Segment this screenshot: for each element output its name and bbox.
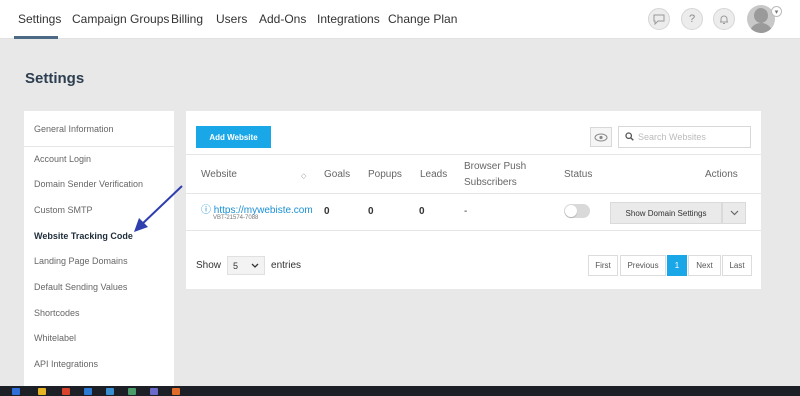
- popups-count: 0: [368, 206, 374, 217]
- tab-change-plan[interactable]: Change Plan: [388, 12, 457, 26]
- column-goals: Goals: [324, 169, 351, 180]
- start-icon[interactable]: [12, 388, 20, 395]
- tab-settings[interactable]: Settings: [18, 12, 61, 26]
- pagination-last[interactable]: Last: [722, 255, 752, 276]
- menu-item-shortcodes[interactable]: Shortcodes: [34, 308, 80, 318]
- active-tab-indicator: [14, 36, 58, 39]
- top-navigation: Settings Campaign Groups Billing Users A…: [0, 0, 800, 39]
- status-toggle[interactable]: [564, 204, 590, 218]
- column-status: Status: [564, 169, 593, 180]
- chat-icon[interactable]: [648, 8, 670, 30]
- menu-item-website-tracking-code[interactable]: Website Tracking Code: [34, 231, 133, 241]
- pagination-next[interactable]: Next: [688, 255, 721, 276]
- tab-campaign-groups[interactable]: Campaign Groups: [72, 12, 169, 26]
- menu-item-whitelabel[interactable]: Whitelabel: [34, 333, 76, 343]
- column-website[interactable]: Website: [201, 169, 237, 180]
- settings-menu: General Information Account Login Domain…: [24, 111, 174, 396]
- add-website-button[interactable]: Add Website: [196, 126, 271, 148]
- app-icon[interactable]: [172, 388, 180, 395]
- page-title: Settings: [25, 70, 85, 87]
- show-label: Show: [196, 260, 222, 271]
- menu-item-general-information[interactable]: General Information: [34, 124, 114, 134]
- toggle-knob: [565, 205, 577, 217]
- annotation-arrow: [134, 185, 183, 232]
- help-icon[interactable]: ?: [681, 8, 703, 30]
- avatar-body: [749, 23, 773, 33]
- goals-count: 0: [324, 206, 330, 217]
- website-link[interactable]: ⓘ https://mywebiste.com: [201, 201, 313, 216]
- entries-control: Show 5 entries: [196, 256, 301, 275]
- pagination-page-1[interactable]: 1: [667, 255, 687, 276]
- folder-icon[interactable]: [38, 388, 46, 395]
- chevron-down-icon: [251, 263, 259, 268]
- entries-value: 5: [233, 260, 239, 271]
- column-popups: Popups: [368, 169, 402, 180]
- column-actions: Actions: [705, 169, 738, 180]
- entries-label: entries: [271, 260, 302, 271]
- show-domain-settings-button[interactable]: Show Domain Settings: [610, 202, 722, 224]
- app-icon[interactable]: [150, 388, 158, 395]
- menu-item-landing-page-domains[interactable]: Landing Page Domains: [34, 256, 128, 266]
- chevron-down-icon[interactable]: [722, 202, 746, 224]
- table-row: ⓘ https://mywebiste.com VBT-21574-7088 0…: [186, 195, 761, 231]
- subscribers-count: -: [464, 206, 468, 217]
- menu-item-account-login[interactable]: Account Login: [34, 154, 91, 164]
- menu-item-domain-sender-verification[interactable]: Domain Sender Verification: [34, 179, 143, 189]
- leads-count: 0: [419, 206, 425, 217]
- column-browser-push: Browser Push: [464, 161, 527, 172]
- menu-item-api-integrations[interactable]: API Integrations: [34, 359, 98, 369]
- app-icon[interactable]: [84, 388, 92, 395]
- search-box: [618, 126, 751, 148]
- search-input[interactable]: [638, 132, 748, 142]
- menu-divider: [24, 146, 174, 147]
- taskbar: [0, 386, 800, 396]
- app-icon[interactable]: [106, 388, 114, 395]
- table-header: Website ◇ Goals Popups Leads Browser Pus…: [186, 154, 761, 194]
- browser-icon[interactable]: [62, 388, 70, 395]
- entries-select[interactable]: 5: [227, 256, 266, 275]
- eye-icon[interactable]: [590, 127, 612, 147]
- pagination-previous[interactable]: Previous: [620, 255, 666, 276]
- info-icon: ⓘ: [201, 205, 211, 216]
- search-icon: [625, 128, 634, 146]
- app-icon[interactable]: [128, 388, 136, 395]
- tab-billing[interactable]: Billing: [171, 12, 203, 26]
- tab-add-ons[interactable]: Add-Ons: [259, 12, 306, 26]
- tab-users[interactable]: Users: [216, 12, 247, 26]
- tracking-code: VBT-21574-7088: [213, 215, 259, 221]
- menu-item-default-sending-values[interactable]: Default Sending Values: [34, 282, 127, 292]
- menu-item-custom-smtp[interactable]: Custom SMTP: [34, 205, 93, 215]
- websites-panel: Add Website Website ◇ Goals Popups Leads…: [186, 111, 761, 289]
- column-subscribers: Subscribers: [464, 177, 517, 188]
- pagination-first[interactable]: First: [588, 255, 618, 276]
- avatar-head: [754, 8, 768, 23]
- sort-icon[interactable]: ◇: [301, 172, 306, 180]
- chevron-down-icon[interactable]: ▾: [771, 6, 782, 17]
- column-leads: Leads: [420, 169, 448, 180]
- bell-icon[interactable]: [713, 8, 735, 30]
- tab-integrations[interactable]: Integrations: [317, 12, 380, 26]
